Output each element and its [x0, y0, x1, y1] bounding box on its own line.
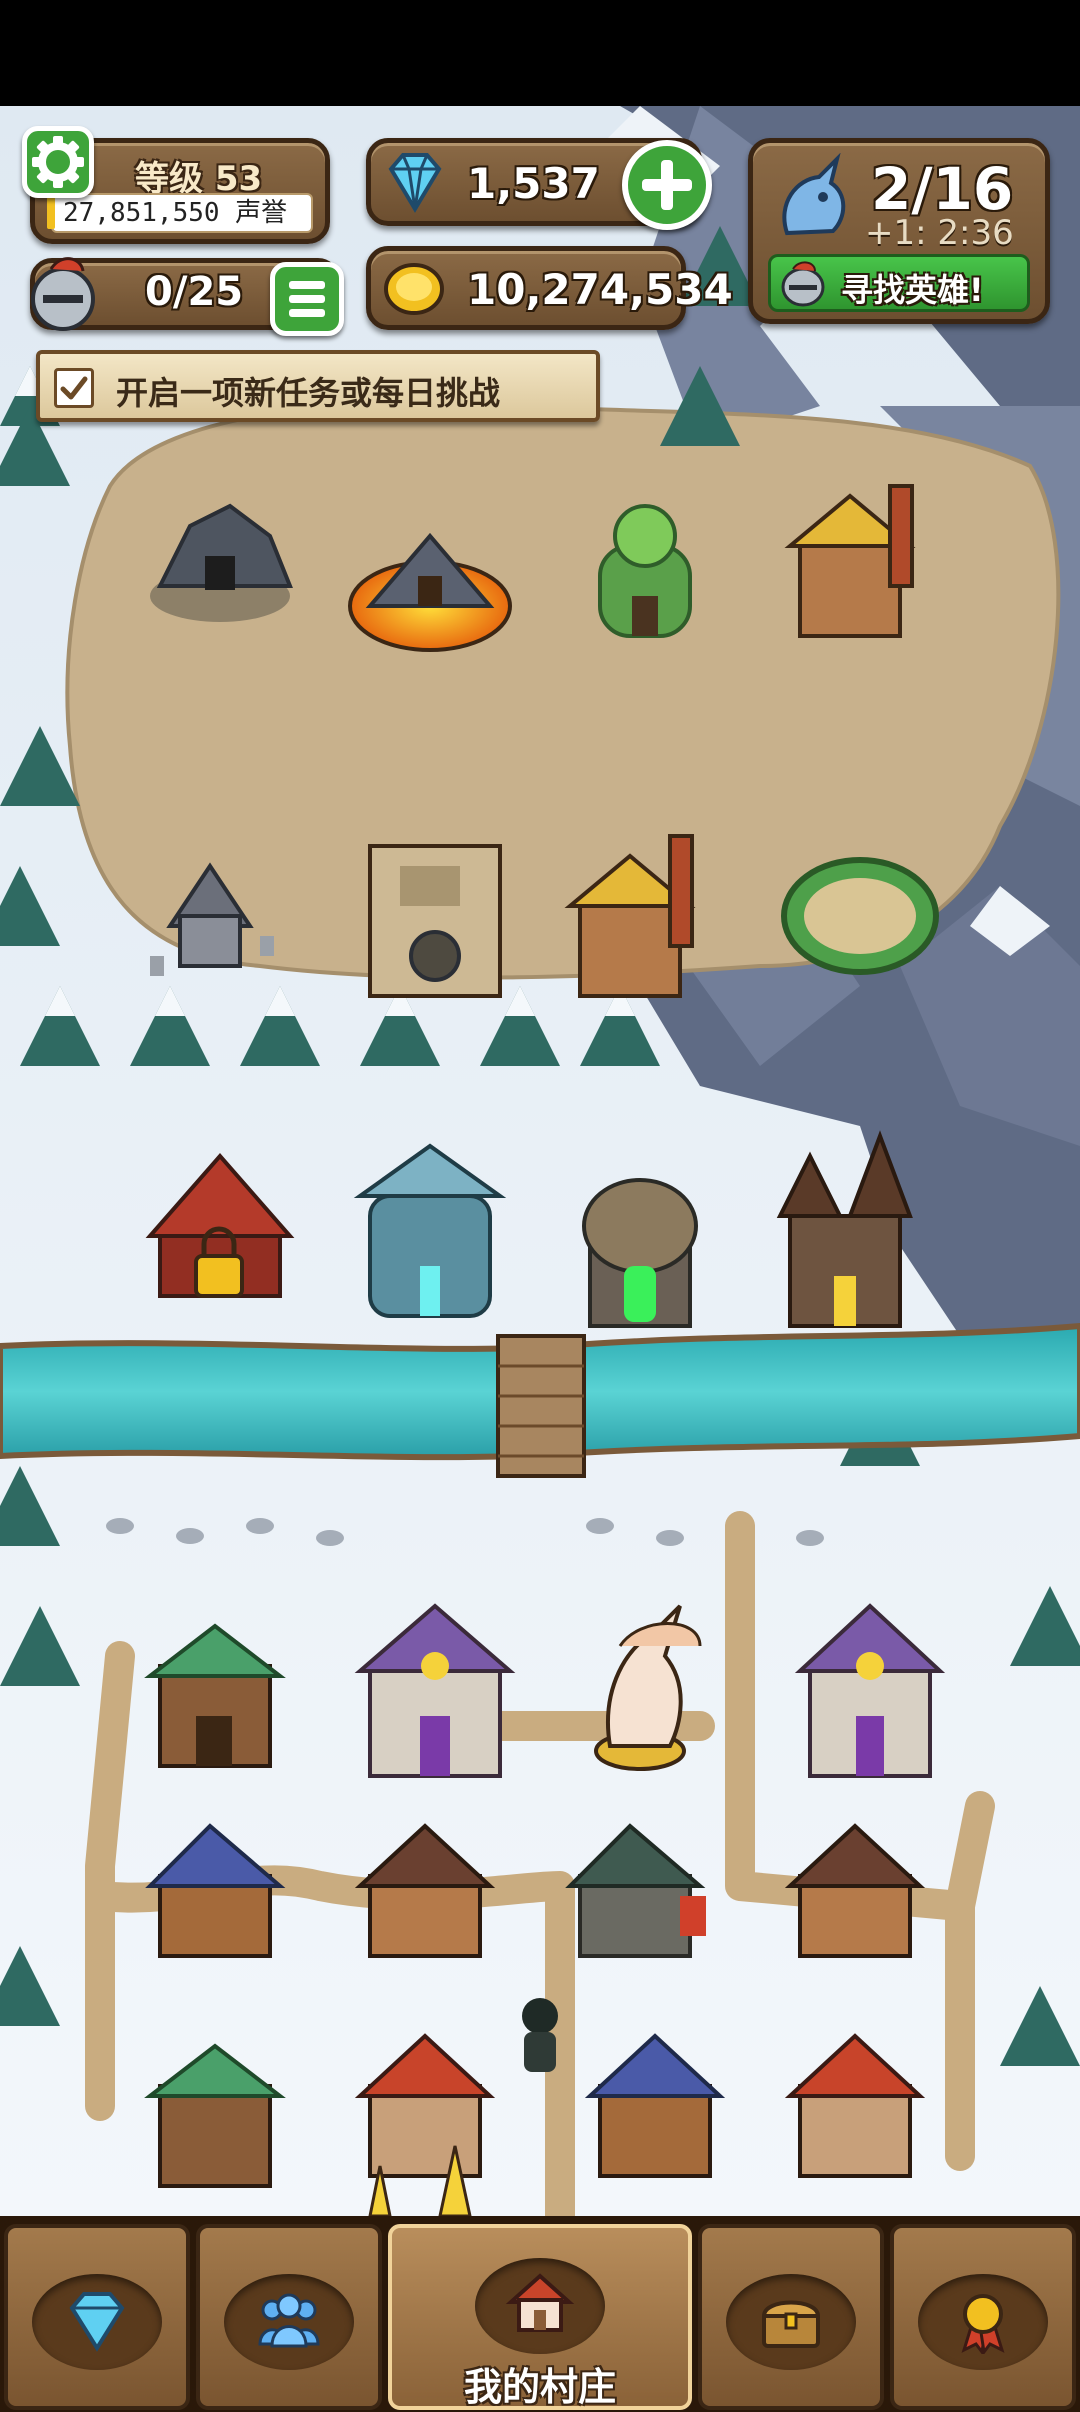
knight-character[interactable] [522, 1998, 558, 2072]
heroes-count: 0/25 [145, 269, 244, 315]
status-bar [0, 0, 1080, 106]
quest-banner-text: 开启一项新任务或每日挑战 [116, 374, 501, 412]
add-gems-button[interactable] [622, 140, 712, 230]
list-icon [289, 281, 325, 317]
unicorn-icon [782, 153, 846, 236]
tab-my-village[interactable]: 我的村庄 [388, 2224, 692, 2410]
quest-banner[interactable]: 开启一项新任务或每日挑战 [36, 350, 600, 422]
gold-panel: 10,274,534 [366, 246, 733, 330]
hero-list-button[interactable] [270, 262, 344, 336]
bottom-nav: 我的村庄 [0, 2216, 1080, 2412]
unicorn-timer: +1: 2:36 [865, 213, 1014, 253]
tab-my-village-label: 我的村庄 [463, 2365, 616, 2409]
tab-heroes[interactable] [196, 2224, 382, 2410]
tab-achievements[interactable] [890, 2224, 1076, 2410]
medal-icon [961, 2294, 1005, 2354]
settings-button[interactable] [22, 126, 94, 198]
plus-icon [642, 160, 692, 210]
building-arena[interactable] [781, 857, 939, 975]
checkbox-icon [54, 368, 94, 408]
diamond-icon [388, 153, 442, 213]
treasure-chest-icon [761, 2300, 821, 2348]
bridge[interactable] [496, 1334, 586, 1478]
people-icon [258, 2293, 320, 2348]
house-icon [505, 2273, 575, 2332]
lock-icon [194, 1254, 244, 1298]
tab-gems[interactable] [4, 2224, 190, 2410]
knight-helmet-icon [31, 257, 95, 331]
gold-value: 10,274,534 [467, 265, 733, 314]
village-map[interactable] [0, 106, 1080, 2216]
building-emerald-dome[interactable] [582, 1178, 698, 1328]
building-vault[interactable] [368, 844, 502, 998]
find-hero-label: 寻找英雄! [841, 271, 984, 309]
reputation-value: 27,851,550 声誉 [47, 193, 313, 233]
gems-value: 1,537 [467, 159, 600, 208]
village-scene[interactable] [0, 106, 1080, 2216]
find-hero-button[interactable]: 寻找英雄! [768, 254, 1030, 312]
gear-icon [32, 136, 84, 188]
tab-treasure[interactable] [698, 2224, 884, 2410]
diamond-icon [69, 2292, 125, 2352]
knight-helmet-icon [781, 261, 825, 307]
gold-coin-icon [384, 263, 444, 315]
